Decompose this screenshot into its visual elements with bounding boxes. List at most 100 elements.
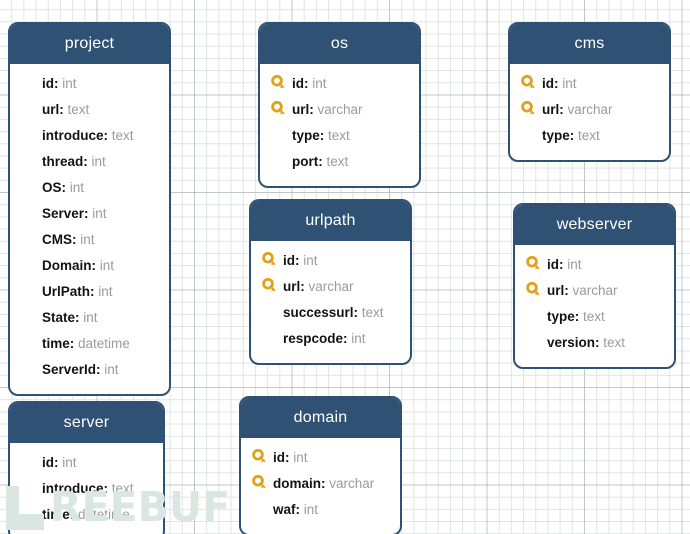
field-indent-slot (20, 75, 42, 93)
field-label: id: int (42, 75, 77, 93)
field-indent-slot (20, 231, 42, 249)
field-label: UrlPath: int (42, 283, 113, 301)
field-row[interactable]: type: text (515, 304, 674, 330)
field-row[interactable]: url: varchar (515, 278, 674, 304)
field-label: id: int (547, 256, 582, 274)
field-label: type: text (542, 127, 600, 145)
field-label: State: int (42, 309, 98, 327)
field-name: url (542, 102, 560, 117)
field-indent-slot (20, 454, 42, 472)
field-row[interactable]: time: datetime (10, 331, 169, 357)
field-row[interactable]: thread: int (10, 149, 169, 175)
field-name: type (542, 128, 570, 143)
field-row[interactable]: introduce: text (10, 123, 169, 149)
field-label: respcode: int (283, 330, 366, 348)
field-separator: : (61, 180, 70, 195)
field-row[interactable]: id: int (515, 252, 674, 278)
field-name: type (292, 128, 320, 143)
field-indent-slot (20, 127, 42, 145)
primary-key-slot (270, 75, 292, 93)
primary-key-slot (270, 101, 292, 119)
table-card-os[interactable]: os id: int url: varchar type: text port: tex… (258, 22, 421, 188)
field-row[interactable]: type: text (510, 123, 669, 149)
field-row[interactable]: successurl: text (251, 300, 410, 326)
field-row[interactable]: id: int (10, 71, 169, 97)
field-name: id (283, 253, 295, 268)
field-row[interactable]: Domain: int (10, 253, 169, 279)
field-indent-slot (251, 501, 273, 519)
field-row[interactable]: time: datetime (10, 502, 163, 528)
field-row[interactable]: id: int (241, 445, 400, 471)
field-indent-slot (20, 283, 42, 301)
field-name: id (292, 76, 304, 91)
field-row[interactable]: url: varchar (260, 97, 419, 123)
field-row[interactable]: respcode: int (251, 326, 410, 352)
field-label: type: text (292, 127, 350, 145)
field-indent-slot (20, 361, 42, 379)
field-row[interactable]: waf: int (241, 497, 400, 523)
field-name: time (42, 336, 70, 351)
field-row[interactable]: url: text (10, 97, 169, 123)
table-card-domain[interactable]: domain id: int domain: varchar waf: int (239, 396, 402, 534)
field-type: int (80, 232, 95, 247)
field-label: version: text (547, 334, 625, 352)
field-type: int (312, 76, 327, 91)
table-fields-os: id: int url: varchar type: text port: text (260, 64, 419, 186)
field-separator: : (103, 481, 112, 496)
field-row[interactable]: url: varchar (510, 97, 669, 123)
table-card-webserver[interactable]: webserver id: int url: varchar type: text ve… (513, 203, 676, 369)
field-type: int (351, 331, 366, 346)
table-fields-urlpath: id: int url: varchar successurl: text respc… (251, 241, 410, 363)
field-name: id (547, 257, 559, 272)
field-row[interactable]: CMS: int (10, 227, 169, 253)
field-row[interactable]: domain: varchar (241, 471, 400, 497)
field-row[interactable]: UrlPath: int (10, 279, 169, 305)
field-indent-slot (525, 308, 547, 326)
field-name: OS (42, 180, 62, 195)
primary-key-slot (261, 252, 283, 270)
field-row[interactable]: OS: int (10, 175, 169, 201)
field-row[interactable]: type: text (260, 123, 419, 149)
field-label: id: int (542, 75, 577, 93)
field-separator: : (559, 257, 568, 272)
primary-key-slot (525, 282, 547, 300)
field-indent-slot (20, 257, 42, 275)
field-name: port (292, 154, 319, 169)
field-type: int (562, 76, 577, 91)
field-row[interactable]: id: int (251, 248, 410, 274)
field-row[interactable]: id: int (510, 71, 669, 97)
field-label: id: int (292, 75, 327, 93)
field-label: successurl: text (283, 304, 384, 322)
field-label: type: text (547, 308, 605, 326)
field-separator: : (564, 283, 573, 298)
field-row[interactable]: id: int (260, 71, 419, 97)
table-card-cms[interactable]: cms id: int url: varchar type: text (508, 22, 671, 162)
field-separator: : (54, 455, 63, 470)
field-row[interactable]: id: int (10, 450, 163, 476)
field-row[interactable]: introduce: text (10, 476, 163, 502)
primary-key-slot (251, 475, 273, 493)
primary-key-slot (520, 101, 542, 119)
field-row[interactable]: port: text (260, 149, 419, 175)
table-card-urlpath[interactable]: urlpath id: int url: varchar successurl: te… (249, 199, 412, 365)
primary-key-slot (525, 256, 547, 274)
field-row[interactable]: State: int (10, 305, 169, 331)
field-type: int (99, 258, 115, 273)
field-row[interactable]: url: varchar (251, 274, 410, 300)
table-fields-project: id: int url: text introduce: text thread: i… (10, 64, 169, 394)
table-card-server[interactable]: server id: int introduce: text time: dateti… (8, 401, 165, 534)
field-name: successurl (283, 305, 354, 320)
field-separator: : (69, 336, 79, 351)
field-row[interactable]: ServerId: int (10, 357, 169, 383)
field-label: ServerId: int (42, 361, 119, 379)
field-label: Domain: int (42, 257, 114, 275)
field-row[interactable]: Server: int (10, 201, 169, 227)
table-card-project[interactable]: project id: int url: text introduce: text th… (8, 22, 171, 396)
table-fields-server: id: int introduce: text time: datetime (10, 443, 163, 534)
table-title-cms: cms (510, 24, 669, 64)
key-icon (252, 449, 266, 463)
field-indent-slot (270, 127, 292, 145)
field-row[interactable]: version: text (515, 330, 674, 356)
field-separator: : (103, 128, 112, 143)
field-name: id (542, 76, 554, 91)
